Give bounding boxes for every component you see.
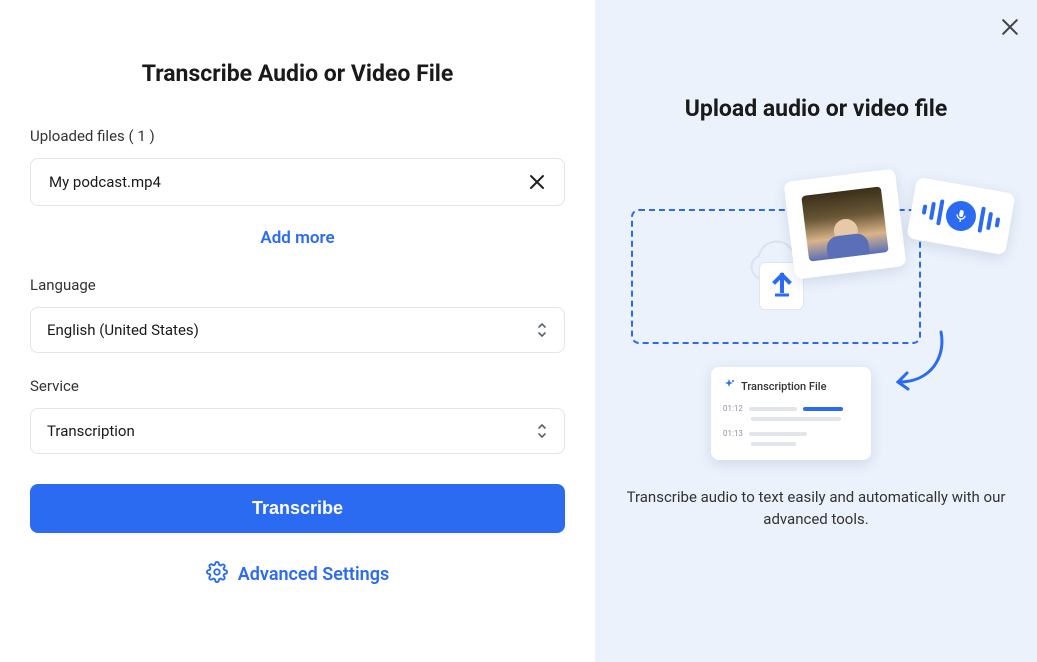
video-card [783, 169, 906, 280]
add-more-button[interactable]: Add more [30, 228, 565, 248]
close-icon[interactable] [1001, 18, 1019, 40]
microphone-icon [944, 199, 979, 234]
uploaded-files-label: Uploaded files ( 1 ) [30, 127, 565, 145]
service-label: Service [30, 377, 565, 395]
language-label: Language [30, 276, 565, 294]
transcription-card: Transcription File 01:12 01:13 [711, 367, 871, 460]
language-select[interactable]: English (United States) [30, 307, 565, 353]
right-panel: Upload audio or video file [595, 0, 1037, 662]
left-panel: Transcribe Audio or Video File Uploaded … [0, 0, 595, 662]
advanced-settings-label: Advanced Settings [238, 564, 389, 585]
upload-title: Upload audio or video file [685, 95, 948, 122]
upload-description: Transcribe audio to text easily and auto… [626, 487, 1006, 531]
service-select[interactable]: Transcription [30, 408, 565, 454]
service-value: Transcription [47, 422, 135, 440]
curved-arrow-icon [891, 327, 951, 401]
timestamp-1: 01:12 [723, 404, 743, 413]
file-name: My podcast.mp4 [49, 173, 161, 191]
chevron-updown-icon [536, 423, 548, 439]
uploaded-file-row: My podcast.mp4 [30, 158, 565, 206]
upload-illustration: Transcription File 01:12 01:13 [631, 167, 1001, 467]
timestamp-2: 01:13 [723, 429, 743, 438]
chevron-updown-icon [536, 322, 548, 338]
upload-arrow-icon [771, 271, 793, 301]
transcription-card-title: Transcription File [741, 380, 826, 393]
language-value: English (United States) [47, 321, 199, 339]
audio-card [906, 177, 1015, 255]
remove-file-icon[interactable] [528, 173, 546, 191]
gear-icon [206, 561, 228, 588]
transcribe-button[interactable]: Transcribe [30, 484, 565, 533]
sparkle-icon [723, 379, 735, 394]
advanced-settings-button[interactable]: Advanced Settings [30, 561, 565, 588]
page-title: Transcribe Audio or Video File [30, 60, 565, 87]
